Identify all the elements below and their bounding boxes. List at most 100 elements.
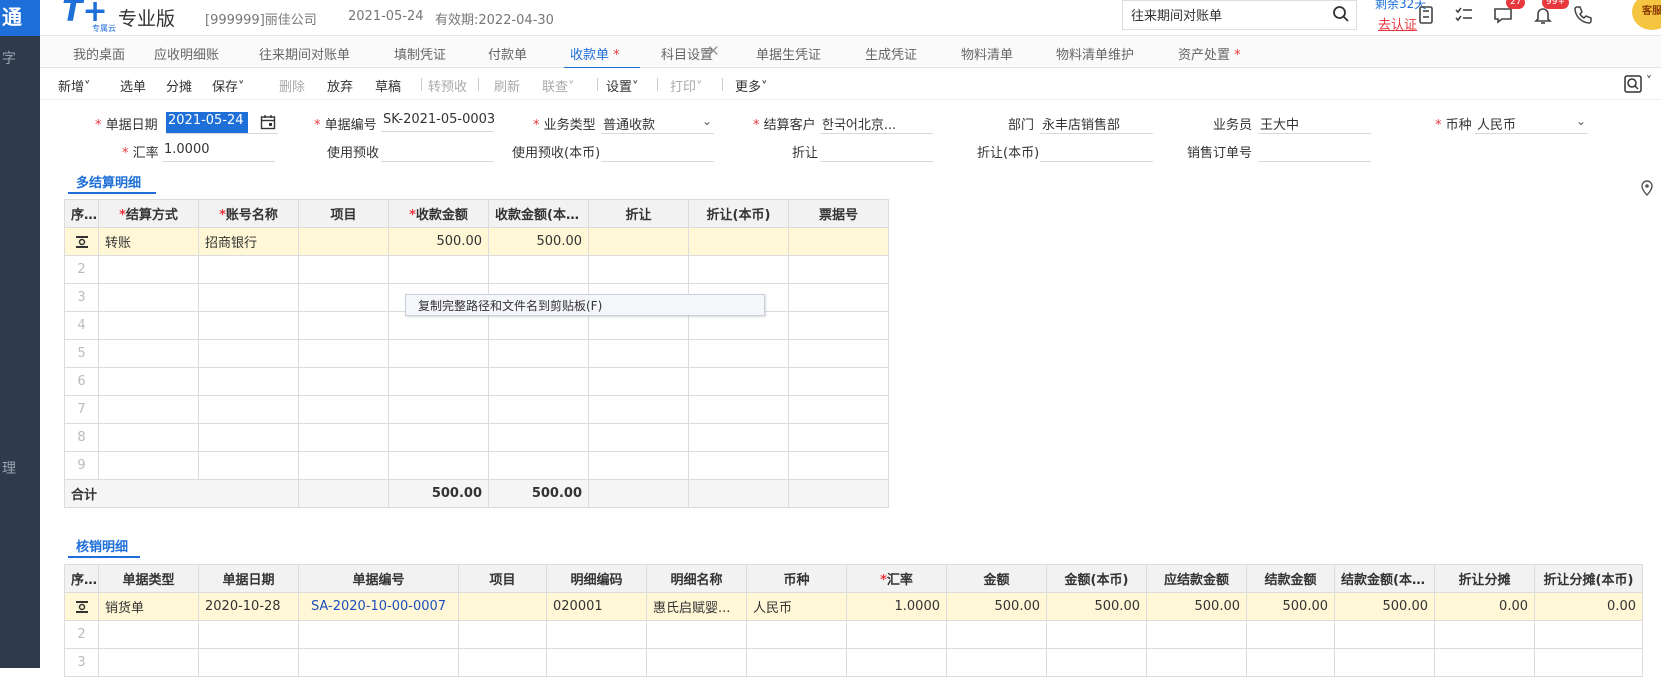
cell-project[interactable] <box>458 592 547 621</box>
table-row[interactable]: 2 <box>64 620 1643 649</box>
allocate-button[interactable]: 分摊 <box>166 76 192 95</box>
context-menu-item-copy-path[interactable]: 复制完整路径和文件名到剪贴板(F) <box>405 294 765 316</box>
cell-doc-type[interactable]: 销货单 <box>98 592 199 621</box>
column-header[interactable]: *汇率 <box>846 564 947 593</box>
delete-button[interactable]: 删除 <box>279 76 305 95</box>
cell-account-name[interactable]: 招商银行 <box>198 227 299 256</box>
cell-item-code[interactable]: 020001 <box>546 592 647 621</box>
refresh-button[interactable]: 刷新 <box>494 76 520 95</box>
cell-discount[interactable] <box>588 227 689 256</box>
table-row[interactable]: 7 <box>64 395 889 424</box>
tab-fill-voucher[interactable]: 填制凭证 <box>394 44 446 63</box>
table-row[interactable]: 转账 招商银行 500.00 500.00 <box>64 227 889 256</box>
column-header[interactable]: *收款金额 <box>388 199 489 228</box>
column-header[interactable]: 币种 <box>746 564 847 593</box>
phone-icon[interactable] <box>1572 4 1594 26</box>
row-edit-icon[interactable] <box>75 600 89 614</box>
cell-currency[interactable]: 人民币 <box>746 592 847 621</box>
column-header[interactable]: 金额(本币) <box>1046 564 1147 593</box>
cell-amount[interactable]: 500.00 <box>388 227 489 256</box>
currency-select[interactable]: 人民币 ⌄ <box>1475 112 1588 134</box>
cell-doc-date[interactable]: 2020-10-28 <box>198 592 299 621</box>
discount-local-field[interactable] <box>1040 140 1153 162</box>
dept-field[interactable]: 永丰店销售部 <box>1040 112 1153 134</box>
customer-service-avatar[interactable]: 客服 <box>1632 0 1661 30</box>
calendar-icon[interactable] <box>260 114 276 130</box>
tab-generate-voucher[interactable]: 生成凭证 <box>865 44 917 63</box>
new-button[interactable]: 新增˅ <box>58 76 91 95</box>
section-tab-writeoff[interactable]: 核销明细 <box>68 536 136 555</box>
column-header[interactable]: 明细名称 <box>646 564 747 593</box>
discount-field[interactable] <box>820 140 933 162</box>
cell-discount-alloc-local[interactable]: 0.00 <box>1534 592 1643 621</box>
to-prepay-button[interactable]: 转预收 <box>428 76 467 95</box>
cell-settle-amount-local[interactable]: 500.00 <box>1334 592 1435 621</box>
cell-discount-alloc[interactable]: 0.00 <box>1434 592 1535 621</box>
column-header[interactable]: *账号名称 <box>198 199 299 228</box>
cell-due-amount[interactable]: 500.00 <box>1146 592 1247 621</box>
trace-button[interactable]: 联查˅ <box>542 76 575 95</box>
sidebar-item-fragment[interactable]: 理 <box>2 458 16 478</box>
zoom-search-icon[interactable] <box>1623 74 1643 94</box>
search-icon[interactable] <box>1332 5 1350 23</box>
search-input[interactable] <box>1131 7 1321 22</box>
cell-item-name[interactable]: 惠氏启赋婴... <box>646 592 747 621</box>
biz-type-select[interactable]: 普通收款 ⌄ <box>601 112 714 134</box>
cell-doc-no-link[interactable]: SA-2020-10-00-0007 <box>298 592 459 621</box>
select-doc-button[interactable]: 选单 <box>120 76 146 95</box>
tab-account-settings[interactable]: 科目设置 <box>661 44 713 63</box>
column-header[interactable]: 明细编码 <box>546 564 647 593</box>
cell-rate[interactable]: 1.0000 <box>846 592 947 621</box>
use-prepay-field[interactable] <box>381 140 494 162</box>
cell-ticket-no[interactable] <box>788 227 889 256</box>
column-header[interactable]: *结算方式 <box>98 199 199 228</box>
tab-doc-voucher[interactable]: 单据生凭证 <box>756 44 821 63</box>
column-header[interactable]: 折让分摊 <box>1434 564 1535 593</box>
row-handle[interactable] <box>64 227 99 256</box>
use-prepay-local-field[interactable] <box>601 140 714 162</box>
column-header[interactable]: 结款金额(本币) <box>1334 564 1435 593</box>
draft-button[interactable]: 草稿 <box>375 76 401 95</box>
task-list-icon[interactable] <box>1453 4 1475 26</box>
table-row[interactable]: 9 <box>64 451 889 480</box>
tab-asset-disposal[interactable]: 资产处置 * <box>1178 44 1241 63</box>
column-header[interactable]: 收款金额(本币) <box>488 199 589 228</box>
column-header[interactable]: 应结款金额 <box>1146 564 1247 593</box>
sales-order-field[interactable] <box>1258 140 1371 162</box>
cell-project[interactable] <box>298 227 389 256</box>
column-header[interactable]: 折让分摊(本币) <box>1534 564 1643 593</box>
doc-date-field[interactable]: 2021-05-24 <box>166 112 248 134</box>
verify-link[interactable]: 去认证 <box>1378 14 1417 33</box>
sidebar-item-fragment[interactable]: 字 <box>2 48 16 68</box>
column-header[interactable]: 票据号 <box>788 199 889 228</box>
chevron-down-icon[interactable]: ˅ <box>1646 74 1652 88</box>
column-header[interactable]: 单据类型 <box>98 564 199 593</box>
cell-settle-method[interactable]: 转账 <box>98 227 199 256</box>
tab-period-statement[interactable]: 往来期间对账单 <box>259 44 350 63</box>
customer-field[interactable]: 한국어北京... <box>820 112 933 134</box>
cell-discount-local[interactable] <box>688 227 789 256</box>
column-header[interactable]: 金额 <box>946 564 1047 593</box>
row-handle[interactable] <box>64 592 99 621</box>
salesman-field[interactable]: 王大中 <box>1258 112 1371 134</box>
settings-button[interactable]: 设置˅ <box>606 76 639 95</box>
table-row[interactable]: 销货单 2020-10-28 SA-2020-10-00-0007 020001… <box>64 592 1643 621</box>
column-header[interactable]: 折让(本币) <box>688 199 789 228</box>
tab-receipt[interactable]: 收款单 * <box>564 44 640 69</box>
column-header[interactable]: 折让 <box>588 199 689 228</box>
column-header[interactable]: 结款金额 <box>1246 564 1335 593</box>
table-row[interactable]: 3 <box>64 648 1643 677</box>
table-row[interactable]: 5 <box>64 339 889 368</box>
column-header[interactable]: 单据编号 <box>298 564 459 593</box>
calculator-icon[interactable] <box>1415 4 1437 26</box>
cell-settle-amount[interactable]: 500.00 <box>1246 592 1335 621</box>
rate-field[interactable]: 1.0000 <box>162 140 275 162</box>
tab-bom[interactable]: 物料清单 <box>961 44 1013 63</box>
cell-amount-local[interactable]: 500.00 <box>488 227 589 256</box>
table-row[interactable]: 2 <box>64 255 889 284</box>
section-tab-settlement[interactable]: 多结算明细 <box>68 172 149 191</box>
doc-no-field[interactable]: SK-2021-05-0003 <box>381 110 494 132</box>
cell-amount-local[interactable]: 500.00 <box>1046 592 1147 621</box>
tab-payment[interactable]: 付款单 <box>488 44 527 63</box>
tab-desktop[interactable]: 我的桌面 <box>73 44 125 63</box>
